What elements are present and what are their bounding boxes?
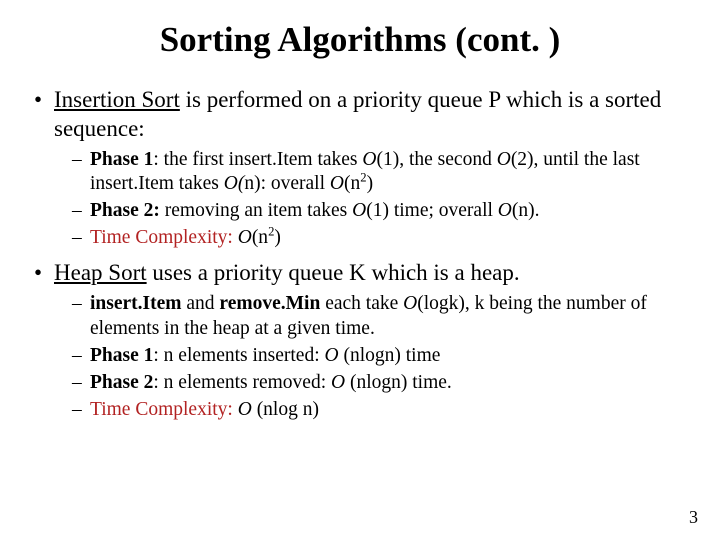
page-number: 3 xyxy=(689,507,698,528)
heap-phase2-label: Phase 2 xyxy=(90,372,153,393)
heap-phase1: Phase 1: n elements inserted: O (nlogn) … xyxy=(54,344,700,369)
big-o: O xyxy=(362,149,376,170)
big-o: O xyxy=(403,293,417,314)
text: ) xyxy=(274,227,281,248)
heap-sort-sublist: insert.Item and remove.Min each take O(l… xyxy=(54,292,700,423)
text: (nlog n) xyxy=(252,399,319,420)
big-o: O xyxy=(331,372,345,393)
remove-min: remove.Min xyxy=(219,293,320,314)
time-complexity-label: Time Complexity: xyxy=(90,399,233,420)
text: (nlogn) time. xyxy=(345,372,452,393)
big-o: O xyxy=(330,173,344,194)
ins-phase1-label: Phase 1 xyxy=(90,149,153,170)
insert-item: insert.Item xyxy=(90,293,182,314)
text: (n xyxy=(252,227,268,248)
text: (nlogn) time xyxy=(339,345,441,366)
text: n): overall xyxy=(244,173,330,194)
heap-phase2: Phase 2: n elements removed: O (nlogn) t… xyxy=(54,371,700,396)
heap-sort-desc: uses a priority queue K which is a heap. xyxy=(147,260,520,285)
text: (n xyxy=(344,173,360,194)
text: removing an item takes xyxy=(160,200,352,221)
text: ) xyxy=(367,173,374,194)
big-o: O xyxy=(497,149,511,170)
big-o: O xyxy=(325,345,339,366)
big-o: O( xyxy=(224,173,245,194)
text: : n elements inserted: xyxy=(153,345,324,366)
text: and xyxy=(182,293,220,314)
heap-time-complexity: Time Complexity: O (nlog n) xyxy=(54,398,700,423)
big-o: O xyxy=(238,227,252,248)
ins-phase2-label: Phase 2: xyxy=(90,200,160,221)
text: (n). xyxy=(512,200,540,221)
text: (1), the second xyxy=(377,149,497,170)
heap-sort-name: Heap Sort xyxy=(54,260,147,285)
bullet-insertion-sort: Insertion Sort is performed on a priorit… xyxy=(20,86,700,251)
big-o: O xyxy=(238,399,252,420)
top-list: Insertion Sort is performed on a priorit… xyxy=(20,86,700,423)
heap-ops: insert.Item and remove.Min each take O(l… xyxy=(54,292,700,342)
heap-phase1-label: Phase 1 xyxy=(90,345,153,366)
big-o: O xyxy=(498,200,512,221)
ins-time-complexity: Time Complexity: O(n2) xyxy=(54,226,700,251)
bullet-heap-sort: Heap Sort uses a priority queue K which … xyxy=(20,259,700,423)
text: : the first insert.Item takes xyxy=(153,149,362,170)
text: (1) time; overall xyxy=(366,200,498,221)
ins-phase2: Phase 2: removing an item takes O(1) tim… xyxy=(54,199,700,224)
text: : n elements removed: xyxy=(153,372,331,393)
insertion-sort-name: Insertion Sort xyxy=(54,87,180,112)
insertion-sort-sublist: Phase 1: the first insert.Item takes O(1… xyxy=(54,148,700,252)
slide-title: Sorting Algorithms (cont. ) xyxy=(20,20,700,60)
big-o: O xyxy=(352,200,366,221)
text: each take xyxy=(320,293,403,314)
ins-phase1: Phase 1: the first insert.Item takes O(1… xyxy=(54,148,700,198)
time-complexity-label: Time Complexity: xyxy=(90,227,233,248)
